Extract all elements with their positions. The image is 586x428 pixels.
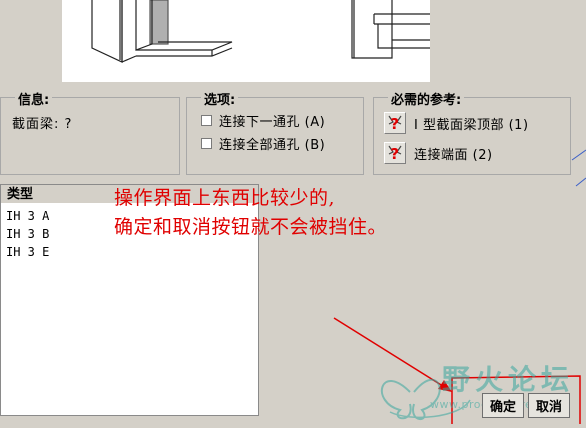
missing-reference-icon: ? xyxy=(388,145,402,162)
checkbox[interactable] xyxy=(201,115,212,126)
references-group: 必需的参考: ? I 型截面梁顶部 (1) ? 连接端面 (2) xyxy=(373,89,571,175)
options-group: 选项: 连接下一通孔 (A) 连接全部通孔 (B) xyxy=(186,89,364,175)
info-group: 信息: 截面梁: ? xyxy=(0,89,180,175)
ok-button[interactable]: 确定 xyxy=(482,393,524,418)
annotation-line-1: 操作界面上东西比较少的, xyxy=(114,187,336,209)
checkbox[interactable] xyxy=(201,138,212,149)
reference-label: I 型截面梁顶部 (1) xyxy=(414,117,529,133)
option-connect-all[interactable]: 连接全部通孔 (B) xyxy=(201,134,325,153)
watermark-title: 野火论坛 xyxy=(442,363,575,396)
option-connect-next[interactable]: 连接下一通孔 (A) xyxy=(201,111,325,130)
cancel-button[interactable]: 取消 xyxy=(528,393,570,418)
missing-reference-icon: ? xyxy=(388,115,402,132)
list-item[interactable]: IH 3 E xyxy=(6,245,49,259)
edge-lines xyxy=(571,149,586,187)
option-label: 连接全部通孔 (B) xyxy=(219,138,326,153)
svg-text:?: ? xyxy=(390,115,399,132)
option-label: 连接下一通孔 (A) xyxy=(219,115,326,130)
list-item[interactable]: IH 3 B xyxy=(6,227,49,241)
svg-text:?: ? xyxy=(390,145,399,162)
reference-beam-top[interactable]: ? I 型截面梁顶部 (1) xyxy=(384,112,529,134)
reference-connect-end[interactable]: ? 连接端面 (2) xyxy=(384,142,493,164)
references-title: 必需的参考: xyxy=(388,89,465,108)
list-item[interactable]: IH 3 A xyxy=(6,209,49,223)
beam-preview-svg xyxy=(91,0,492,63)
options-title: 选项: xyxy=(201,89,239,108)
annotation-line-2: 确定和取消按钮就不会被挡住。 xyxy=(114,216,388,238)
beam-label: 截面梁: ? xyxy=(12,117,73,132)
reference-select-button[interactable]: ? xyxy=(384,112,406,134)
preview-drawing xyxy=(62,0,492,82)
info-title: 信息: xyxy=(15,89,53,108)
reference-select-button[interactable]: ? xyxy=(384,142,406,164)
reference-label: 连接端面 (2) xyxy=(414,147,493,163)
